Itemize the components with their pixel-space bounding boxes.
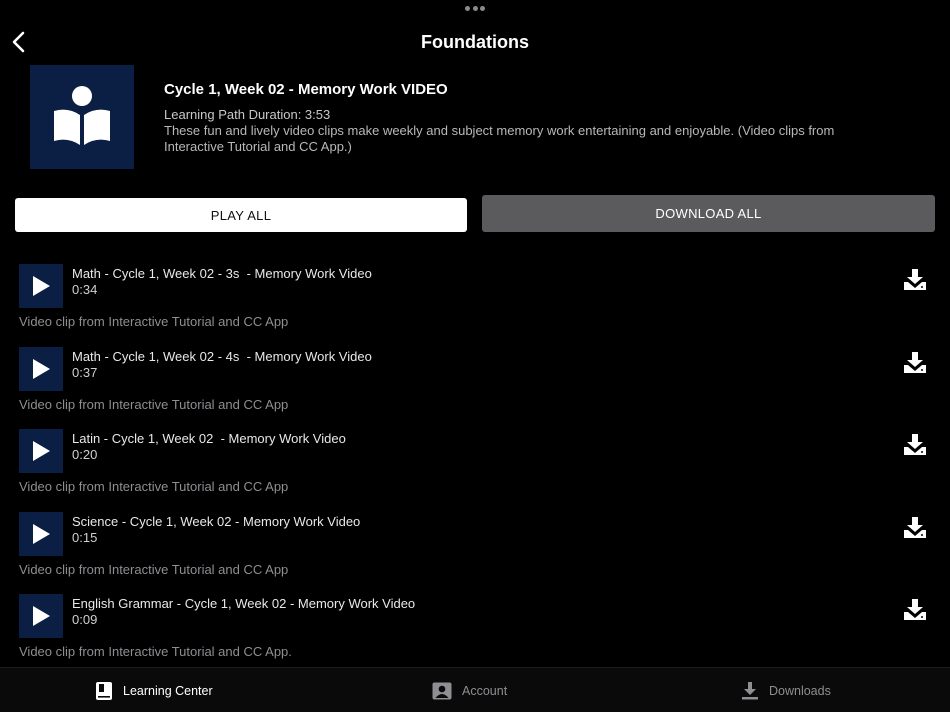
download-video-button[interactable]: [903, 351, 927, 374]
course-description: These fun and lively video clips make we…: [164, 123, 835, 154]
play-video-button[interactable]: [19, 511, 63, 556]
course-duration: Learning Path Duration: 3:53: [164, 107, 331, 122]
play-icon: [33, 358, 50, 379]
tab-bar: Learning Center Account Downloads: [0, 667, 950, 712]
play-icon: [33, 441, 50, 461]
list-item: English Grammar - Cycle 1, Week 02 - Mem…: [0, 586, 950, 669]
video-duration: 0:09: [72, 612, 98, 627]
play-video-button[interactable]: [19, 429, 63, 473]
tab-downloads[interactable]: Downloads: [741, 668, 831, 712]
download-icon: [742, 681, 758, 699]
download-all-button[interactable]: DOWNLOAD ALL: [482, 195, 935, 232]
play-video-button[interactable]: [19, 264, 63, 308]
download-icon: [904, 599, 926, 620]
tab-label: Account: [462, 683, 508, 698]
video-title: Latin - Cycle 1, Week 02 - Memory Work V…: [72, 431, 346, 446]
video-duration: 0:34: [72, 282, 98, 297]
download-video-button[interactable]: [903, 516, 927, 539]
list-item: Latin - Cycle 1, Week 02 - Memory Work V…: [0, 421, 950, 504]
header: Foundations: [0, 0, 950, 84]
list-item: Math - Cycle 1, Week 02 - 3s - Memory Wo…: [0, 256, 950, 339]
play-video-button[interactable]: [19, 346, 63, 391]
reading-book-icon: [54, 86, 110, 145]
play-icon: [33, 276, 50, 296]
video-title: English Grammar - Cycle 1, Week 02 - Mem…: [72, 596, 416, 611]
video-duration: 0:15: [72, 529, 98, 545]
tab-label: Learning Center: [123, 683, 213, 698]
video-description: Video clip from Interactive Tutorial and…: [19, 479, 289, 494]
download-video-button[interactable]: [903, 269, 927, 291]
page-title: Foundations: [421, 32, 529, 52]
video-description: Video clip from Interactive Tutorial and…: [19, 314, 289, 329]
download-video-button[interactable]: [903, 434, 927, 456]
tab-account[interactable]: Account: [432, 668, 507, 712]
video-list: Math - Cycle 1, Week 02 - 3s - Memory Wo…: [0, 256, 950, 669]
video-title: Math - Cycle 1, Week 02 - 3s - Memory Wo…: [72, 266, 372, 281]
video-description: Video clip from Interactive Tutorial and…: [19, 561, 289, 577]
download-icon: [904, 351, 926, 373]
download-icon: [904, 434, 926, 455]
play-all-button[interactable]: PLAY ALL: [15, 198, 467, 232]
video-duration: 0:20: [72, 447, 98, 462]
list-item: Math - Cycle 1, Week 02 - 4s - Memory Wo…: [0, 339, 950, 422]
download-icon: [904, 269, 926, 290]
course-title: Cycle 1, Week 02 - Memory Work VIDEO: [164, 81, 448, 98]
video-title: Math - Cycle 1, Week 02 - 4s - Memory Wo…: [72, 348, 372, 364]
video-duration: 0:37: [72, 364, 98, 380]
play-video-button[interactable]: [19, 594, 63, 638]
course-thumbnail: [30, 65, 134, 169]
tab-learning-center[interactable]: Learning Center: [95, 668, 213, 712]
play-icon: [33, 606, 50, 626]
list-item: Science - Cycle 1, Week 02 - Memory Work…: [0, 504, 950, 587]
play-icon: [33, 523, 50, 544]
tab-label: Downloads: [769, 683, 831, 698]
download-icon: [904, 516, 926, 538]
download-video-button[interactable]: [903, 599, 927, 621]
video-title: Science - Cycle 1, Week 02 - Memory Work…: [72, 513, 361, 529]
account-icon: [432, 682, 452, 699]
video-description: Video clip from Interactive Tutorial and…: [19, 644, 292, 659]
book-icon: [96, 681, 112, 700]
video-description: Video clip from Interactive Tutorial and…: [19, 396, 289, 412]
